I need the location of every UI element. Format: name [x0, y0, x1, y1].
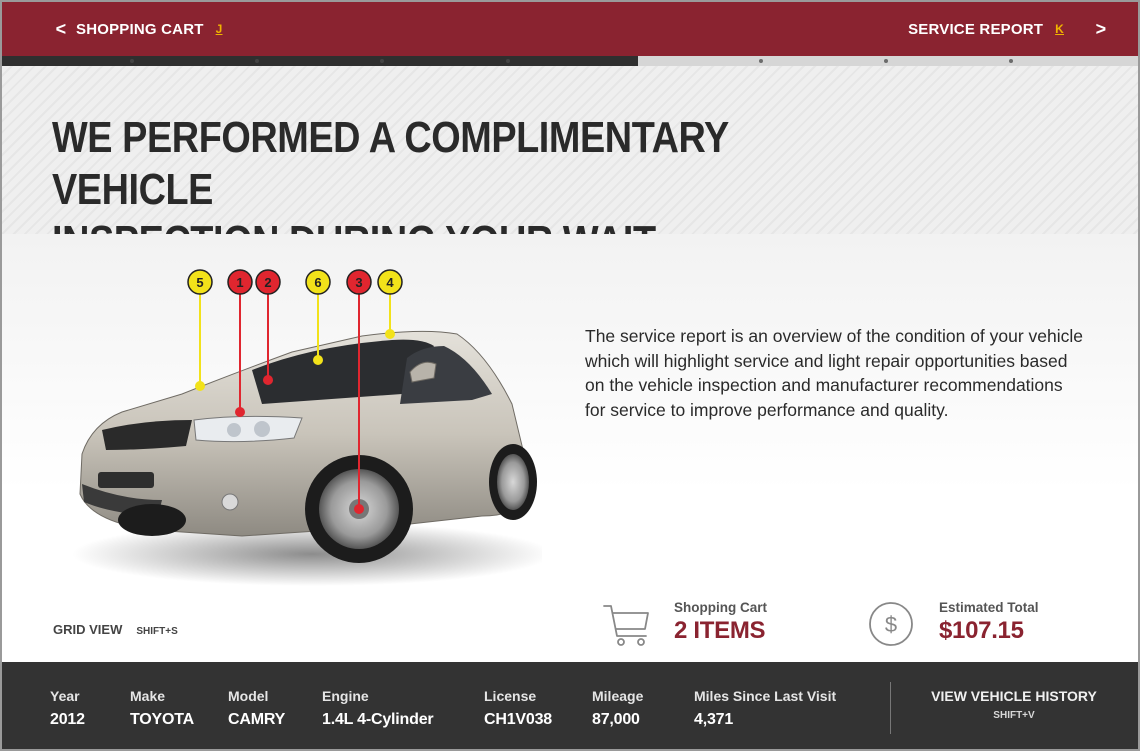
grid-view-button[interactable]: GRID VIEW SHIFT+S	[53, 622, 178, 637]
vehicle-make: Make TOYOTA	[130, 688, 194, 729]
cart-caption: Shopping Cart	[674, 600, 767, 615]
marker-point	[195, 381, 205, 391]
progress-bar	[2, 56, 1138, 66]
inspection-marker-1[interactable]: 1	[227, 269, 253, 417]
license-value: CH1V038	[484, 711, 552, 728]
nav-prev-hotkey: J	[215, 22, 223, 36]
nav-prev-label[interactable]: SHOPPING CART	[76, 21, 204, 38]
svg-text:$: $	[885, 612, 897, 637]
year-label: Year	[50, 688, 80, 704]
total-caption: Estimated Total	[939, 600, 1039, 615]
progress-step-dot	[130, 59, 134, 63]
vehicle-year: Year 2012	[50, 688, 85, 729]
main-content: 5 1 2 6 3 4 The service report is an overview…	[2, 234, 1138, 662]
service-report-description: The service report is an overview of the…	[585, 326, 1084, 420]
license-label: License	[484, 688, 537, 704]
inspection-marker-4[interactable]: 4	[377, 269, 403, 339]
service-report-screen: < SHOPPING CART J SERVICE REPORT K > WE …	[0, 0, 1140, 751]
inspection-marker-6[interactable]: 6	[305, 269, 331, 365]
inspection-marker-2[interactable]: 2	[255, 269, 281, 385]
chevron-right-icon[interactable]: >	[1086, 19, 1116, 40]
estimated-total-summary: $ Estimated Total $107.15	[867, 600, 1039, 650]
miles-since-last-visit: Miles Since Last Visit 4,371	[694, 688, 836, 729]
nav-next-hotkey: K	[1055, 22, 1064, 36]
progress-step-dot	[1009, 59, 1013, 63]
marker-point	[263, 375, 273, 385]
history-label[interactable]: VIEW VEHICLE HISTORY	[906, 688, 1122, 704]
make-label: Make	[130, 688, 166, 704]
model-label: Model	[228, 688, 269, 704]
prev-nav[interactable]: < SHOPPING CART J	[46, 2, 223, 56]
model-value: CAMRY	[228, 711, 286, 728]
marker-number: 4	[386, 275, 394, 290]
page-title-line-1: WE PERFORMED A COMPLIMENTARY VEHICLE	[52, 113, 729, 214]
divider	[890, 682, 891, 734]
marker-number: 1	[236, 275, 243, 290]
chevron-left-icon[interactable]: <	[46, 19, 76, 40]
grid-view-hotkey: SHIFT+S	[136, 626, 178, 637]
year-value: 2012	[50, 711, 85, 728]
total-amount: $107.15	[939, 617, 1024, 644]
marker-number: 6	[314, 275, 321, 290]
vehicle-license: License CH1V038	[484, 688, 552, 729]
history-hotkey: SHIFT+V	[993, 710, 1035, 721]
next-nav[interactable]: SERVICE REPORT K >	[908, 2, 1116, 56]
inspection-markers: 5 1 2 6 3 4	[187, 269, 403, 514]
since-value: 4,371	[694, 711, 734, 728]
shopping-cart-summary[interactable]: Shopping Cart 2 ITEMS	[602, 600, 767, 650]
progress-fill	[2, 56, 639, 66]
mileage-label: Mileage	[592, 688, 644, 704]
cart-count: 2 ITEMS	[674, 617, 766, 644]
progress-step-dot	[506, 59, 510, 63]
cart-icon	[603, 605, 649, 646]
vehicle-mileage: Mileage 87,000	[592, 688, 643, 729]
top-nav-bar: < SHOPPING CART J SERVICE REPORT K >	[2, 2, 1138, 56]
progress-step-dot	[759, 59, 763, 63]
vehicle-illustration: 5 1 2 6 3 4	[62, 254, 552, 614]
vehicle-model: Model CAMRY	[228, 688, 285, 729]
engine-value: 1.4L 4-Cylinder	[322, 711, 434, 728]
marker-number: 3	[355, 275, 362, 290]
progress-step-dot	[380, 59, 384, 63]
mileage-value: 87,000	[592, 711, 640, 728]
vehicle-info-bar: Year 2012 Make TOYOTA Model CAMRY Engine…	[2, 662, 1138, 749]
marker-number: 2	[264, 275, 271, 290]
marker-point	[385, 329, 395, 339]
since-label: Miles Since Last Visit	[694, 688, 837, 704]
inspection-marker-3[interactable]: 3	[346, 269, 372, 514]
headline-band: WE PERFORMED A COMPLIMENTARY VEHICLE INS…	[2, 66, 1138, 266]
engine-label: Engine	[322, 688, 369, 704]
inspection-marker-5[interactable]: 5	[187, 269, 213, 391]
view-vehicle-history-button[interactable]: VIEW VEHICLE HISTORY SHIFT+V	[906, 688, 1122, 721]
grid-view-label[interactable]: GRID VIEW	[53, 622, 122, 637]
marker-point	[235, 407, 245, 417]
make-value: TOYOTA	[130, 711, 194, 728]
vehicle-engine: Engine 1.4L 4-Cylinder	[322, 688, 434, 729]
progress-step-dot	[255, 59, 259, 63]
marker-number: 5	[196, 275, 203, 290]
progress-step-dot	[884, 59, 888, 63]
marker-point	[354, 504, 364, 514]
nav-next-label[interactable]: SERVICE REPORT	[908, 21, 1043, 38]
dollar-circle-icon: $	[869, 602, 913, 646]
marker-point	[313, 355, 323, 365]
